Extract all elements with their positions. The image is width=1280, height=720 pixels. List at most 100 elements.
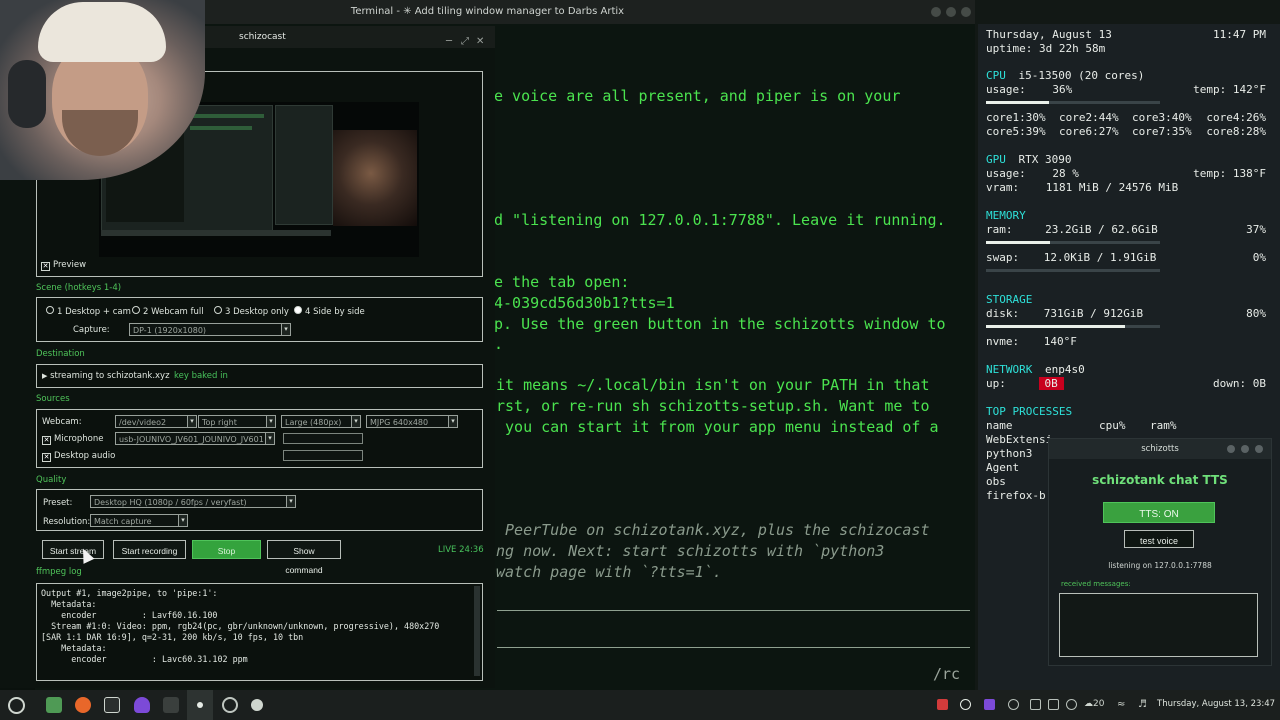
maximize-icon[interactable]: ⤢ xyxy=(461,31,469,53)
active-window-tab[interactable] xyxy=(187,690,213,720)
terminal-icon[interactable] xyxy=(104,697,120,713)
close-icon[interactable] xyxy=(1255,445,1263,453)
chevron-down-icon: ▾ xyxy=(178,515,187,526)
terminal-prompt: /rc xyxy=(933,665,961,683)
terminal-divider xyxy=(497,647,970,648)
received-messages-box[interactable] xyxy=(1059,593,1258,657)
settings-gear-icon[interactable] xyxy=(251,699,263,711)
obs-icon[interactable] xyxy=(222,697,238,713)
radio-icon xyxy=(46,306,54,314)
live-status: LIVE 24:36 xyxy=(438,545,484,555)
core-readout: core1:30% xyxy=(986,111,1046,124)
firefox-icon[interactable] xyxy=(75,697,91,713)
terminal-line: e the tab open: xyxy=(494,273,630,291)
cpu-cores-row-2: core5:39% core6:27% core7:35% core8:28% xyxy=(986,125,1266,139)
app-icon[interactable] xyxy=(134,697,150,713)
chevron-down-icon: ▾ xyxy=(266,416,275,427)
received-label: received messages: xyxy=(1061,580,1131,588)
capture-select[interactable]: DP-1 (1920x1080) ▾ xyxy=(129,323,291,336)
minimize-icon[interactable] xyxy=(931,7,941,17)
file-manager-icon[interactable] xyxy=(46,697,62,713)
terminal-title: Terminal - ✳ Add tiling window manager t… xyxy=(350,6,625,17)
taskbar-clock[interactable]: Thursday, August 13, 23:47 xyxy=(1157,699,1275,709)
tts-toggle-button[interactable]: TTS: ON xyxy=(1103,502,1215,523)
window-icon[interactable] xyxy=(163,697,179,713)
maximize-icon[interactable] xyxy=(946,7,956,17)
destination-target: streaming to schizotank.xyz xyxy=(50,371,170,381)
terminal-line: e voice are all present, and piper is on… xyxy=(494,87,901,105)
clipboard-tray-icon[interactable] xyxy=(1030,699,1041,710)
network-header: NETWORK xyxy=(986,363,1033,376)
sources-frame: Webcam: /dev/video2 ▾ Top right ▾ Large (4… xyxy=(36,409,483,468)
scene-section-label: Scene (hotkeys 1-4) xyxy=(36,283,122,293)
microphone-device: usb-JOUNIVO_JV601_JOUNIVO_JV601 xyxy=(119,435,264,444)
minimize-icon[interactable] xyxy=(1227,445,1235,453)
test-voice-button[interactable]: test voice xyxy=(1124,530,1194,548)
recording-indicator-icon[interactable] xyxy=(937,699,948,710)
menu-icon[interactable] xyxy=(8,697,25,714)
close-icon[interactable] xyxy=(961,7,971,17)
webcam-size-select[interactable]: Large (480px) ▾ xyxy=(281,415,361,428)
date-row: Thursday, August 13 11:47 PM xyxy=(986,28,1266,42)
cpu-temp-label: temp: xyxy=(1193,83,1227,96)
ram-value: 23.2GiB / 62.6GiB xyxy=(1045,223,1158,236)
swap-percent: 0% xyxy=(1252,251,1266,264)
terminal-line: it means ~/.local/bin isn't on your PATH… xyxy=(496,376,930,394)
webcam-position-select[interactable]: Top right ▾ xyxy=(198,415,276,428)
start-recording-button[interactable]: Start recording xyxy=(113,540,186,559)
wifi-icon[interactable]: ≈ xyxy=(1117,699,1128,710)
webcam-format-select[interactable]: MJPG 640x480 ▾ xyxy=(366,415,458,428)
preview-toggle[interactable]: ✕ Preview xyxy=(41,260,86,271)
cpu-cores-row-1: core1:30% core2:44% core3:40% core4:26% xyxy=(986,111,1266,125)
stop-button[interactable]: Stop xyxy=(192,540,261,559)
scene-option-4[interactable]: 4 Side by side xyxy=(294,306,365,317)
start-stream-button[interactable]: Start stream xyxy=(42,540,104,559)
storage-header: STORAGE xyxy=(986,293,1266,307)
webcam-device-select[interactable]: /dev/video2 ▾ xyxy=(115,415,197,428)
checkbox-checked-icon: ✕ xyxy=(42,436,51,445)
maximize-icon[interactable] xyxy=(1241,445,1249,453)
preview-label: Preview xyxy=(53,260,87,270)
disk-bar xyxy=(986,325,1160,328)
cpu-usage: 36% xyxy=(1052,83,1073,96)
nvme-label: nvme: xyxy=(986,335,1020,348)
time-text: 11:47 PM xyxy=(1213,28,1266,41)
nvme-row: nvme: 140°F xyxy=(986,335,1266,349)
desktop-audio-toggle[interactable]: ✕ Desktop audio xyxy=(42,451,115,462)
terminal-line: you can start it from your app menu inst… xyxy=(496,418,939,436)
capture-label: Capture: xyxy=(73,325,110,335)
cpu-model: i5-13500 (20 cores) xyxy=(1018,69,1145,82)
volume-icon[interactable]: ♬ xyxy=(1138,699,1149,710)
log-line: [SAR 1:1 DAR 16:9], q=2-31, 200 kb/s, 10… xyxy=(41,632,304,642)
obs-tray-icon[interactable] xyxy=(960,699,971,710)
headphones-shape xyxy=(8,60,46,128)
resolution-select[interactable]: Match capture ▾ xyxy=(90,514,188,527)
resolution-value: Match capture xyxy=(94,517,152,526)
weather-tray[interactable]: ☁20 xyxy=(1084,699,1112,710)
terminal-divider xyxy=(497,610,970,611)
close-icon[interactable]: ✕ xyxy=(476,31,484,53)
chevron-down-icon: ▾ xyxy=(281,324,290,335)
destination-expander[interactable]: ▶ streaming to schizotank.xyz xyxy=(42,371,170,381)
destination-note: key baked in xyxy=(174,371,228,381)
schizocast-titlebar[interactable]: schizocast ─ ⤢ ✕ xyxy=(200,26,495,48)
sync-tray-icon[interactable] xyxy=(1008,699,1019,710)
preset-label: Preset: xyxy=(43,498,73,508)
preset-select[interactable]: Desktop HQ (1080p / 60fps / veryfast) ▾ xyxy=(90,495,296,508)
schizotts-titlebar[interactable]: schizotts xyxy=(1049,439,1271,459)
show-command-button[interactable]: Show command xyxy=(267,540,341,575)
desktop-audio-level-meter xyxy=(283,450,363,461)
log-scrollbar[interactable] xyxy=(474,586,480,676)
scene-option-1[interactable]: 1 Desktop + cam xyxy=(46,306,131,317)
scene-option-2[interactable]: 2 Webcam full xyxy=(132,306,204,317)
cpu-row: CPU i5-13500 (20 cores) xyxy=(986,69,1266,83)
minimize-icon[interactable]: ─ xyxy=(446,31,452,53)
taskbar: ☁20 ≈ ♬ Thursday, August 13, 23:47 xyxy=(0,690,1280,720)
beard-shape xyxy=(62,110,138,156)
microphone-toggle[interactable]: ✕ Microphone xyxy=(42,434,103,445)
app-tray-icon[interactable] xyxy=(984,699,995,710)
microphone-select[interactable]: usb-JOUNIVO_JV601_JOUNIVO_JV601 ▾ xyxy=(115,432,275,445)
power-tray-icon[interactable] xyxy=(1066,699,1077,710)
scene-option-3[interactable]: 3 Desktop only xyxy=(214,306,289,317)
window-tray-icon[interactable] xyxy=(1048,699,1059,710)
